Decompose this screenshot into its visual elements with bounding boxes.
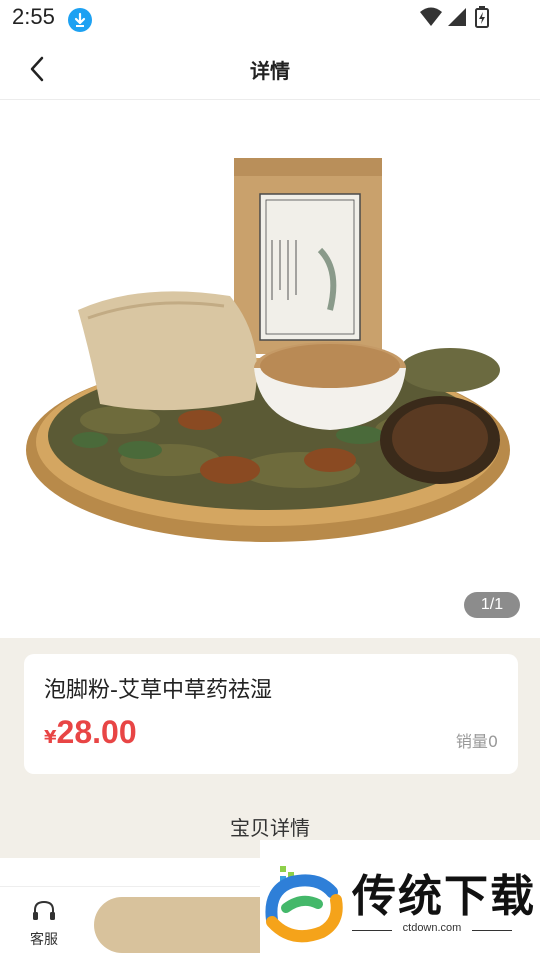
- watermark-name: 传统下载: [352, 871, 536, 922]
- page-indicator: 1/1: [464, 592, 520, 618]
- product-info-area: 泡脚粉-艾草中草药祛湿 ¥28.00 销量0 宝贝详情: [0, 638, 540, 858]
- header: 详情: [0, 38, 540, 100]
- watermark-url: ctdown.com: [402, 922, 462, 934]
- status-time: 2:55: [12, 4, 55, 29]
- details-heading: 宝贝详情: [230, 816, 310, 840]
- customer-service-button[interactable]: 客服: [14, 899, 74, 951]
- headset-icon: [33, 900, 55, 920]
- wifi-icon: [420, 7, 442, 26]
- watermark-logo: [265, 866, 343, 943]
- sales-count: 销量0: [455, 732, 498, 751]
- status-bar: 2:55: [0, 0, 540, 38]
- product-price: ¥28.00: [44, 714, 137, 751]
- product-info-card: 泡脚粉-艾草中草药祛湿 ¥28.00 销量0: [24, 654, 518, 774]
- battery-icon: [475, 6, 489, 28]
- watermark-divider-right: [472, 930, 512, 931]
- download-icon: [68, 8, 92, 32]
- signal-icon: [448, 8, 466, 26]
- page-title: 详情: [250, 59, 290, 83]
- price-currency: ¥: [44, 727, 57, 748]
- watermark: 传统下载 ctdown.com: [260, 840, 540, 960]
- product-image: [26, 158, 510, 542]
- product-gallery[interactable]: 1/1: [0, 100, 540, 638]
- service-label: 客服: [30, 932, 58, 948]
- price-value: 28.00: [56, 714, 137, 750]
- product-title: 泡脚粉-艾草中草药祛湿: [44, 678, 272, 703]
- status-icons: [420, 6, 500, 30]
